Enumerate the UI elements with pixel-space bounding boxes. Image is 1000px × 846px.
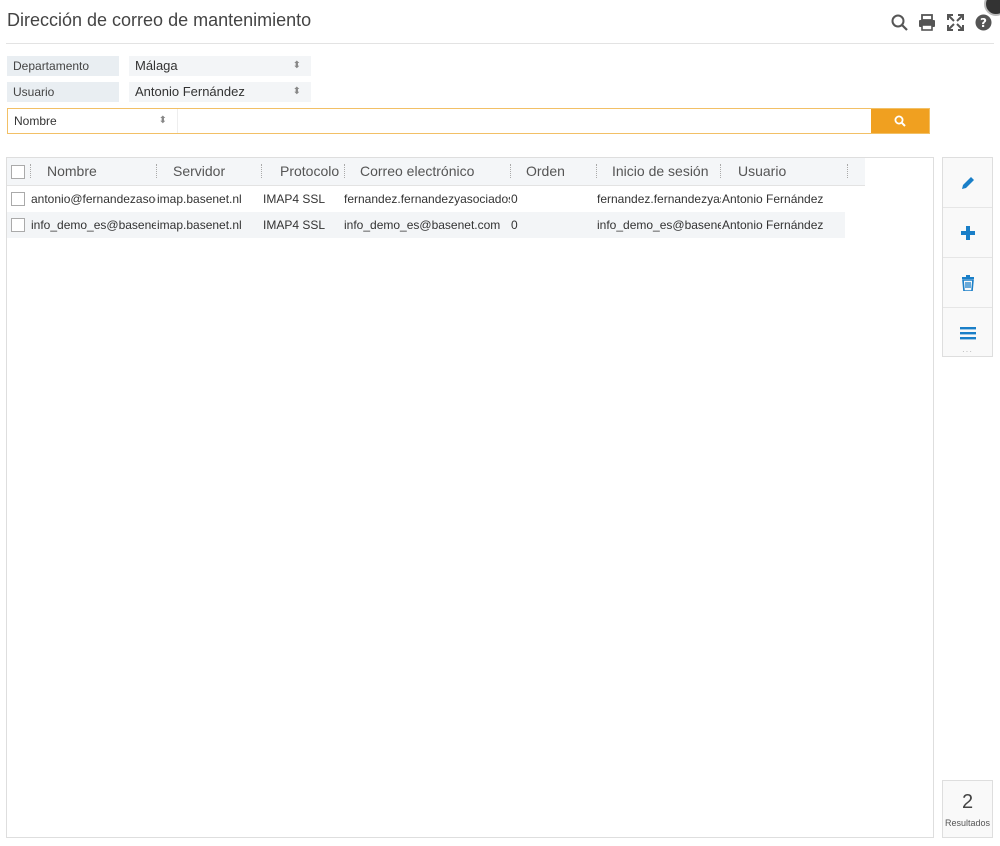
col-header-nombre[interactable]: Nombre (47, 158, 97, 185)
search-button[interactable] (871, 109, 929, 133)
table-row[interactable]: info_demo_es@basene imap.basenet.nl IMAP… (7, 212, 845, 238)
search-field-select[interactable]: Nombre ⬍ (8, 109, 178, 133)
col-header-orden[interactable]: Orden (526, 158, 565, 185)
cell-nombre: info_demo_es@basene (31, 218, 156, 232)
grid-header: Nombre Servidor Protocolo Correo electró… (7, 158, 865, 186)
cell-correo: info_demo_es@basenet.com (344, 218, 501, 232)
delete-button[interactable] (943, 258, 992, 308)
help-icon[interactable]: ? (974, 13, 992, 31)
results-count: 2 (961, 791, 974, 813)
user-select[interactable]: Antonio Fernández ⬍ (129, 82, 311, 102)
table-row[interactable]: antonio@fernandezasoc imap.basenet.nl IM… (7, 186, 845, 212)
add-icon (960, 225, 975, 240)
search-bar: Nombre ⬍ (7, 108, 930, 134)
cell-servidor: imap.basenet.nl (157, 218, 242, 232)
user-value: Antonio Fernández (135, 84, 245, 99)
results-label: Resultados (944, 818, 991, 828)
delete-icon (961, 274, 974, 291)
menu-icon (959, 327, 976, 340)
edit-button[interactable] (943, 158, 992, 208)
sort-arrows-icon: ⬍ (158, 115, 167, 126)
user-filter: Usuario Antonio Fernández ⬍ (7, 82, 311, 102)
search-icon[interactable] (890, 13, 908, 31)
results-counter: 2 Resultados (942, 780, 993, 838)
edit-icon (961, 176, 974, 189)
user-label: Usuario (7, 82, 119, 102)
sort-arrows-icon: ⬍ (292, 60, 301, 71)
mail-grid: Nombre Servidor Protocolo Correo electró… (6, 157, 934, 838)
more-dots: ··· (962, 347, 973, 356)
col-header-servidor[interactable]: Servidor (173, 158, 225, 185)
col-header-correo[interactable]: Correo electrónico (360, 158, 474, 185)
action-sidebar: ··· (942, 157, 993, 357)
more-menu-button[interactable]: ··· (943, 308, 992, 358)
row-checkbox[interactable] (11, 218, 25, 232)
cell-orden: 0 (511, 218, 518, 232)
expand-icon[interactable] (946, 13, 964, 31)
cell-usuario: Antonio Fernández (722, 192, 824, 206)
cell-protocolo: IMAP4 SSL (263, 218, 326, 232)
cell-servidor: imap.basenet.nl (157, 192, 242, 206)
svg-text:?: ? (980, 16, 987, 30)
sort-arrows-icon: ⬍ (292, 86, 301, 97)
row-checkbox[interactable] (11, 192, 25, 206)
search-field-value: Nombre (14, 114, 57, 128)
top-toolbar: ? (890, 13, 992, 31)
page-title: Dirección de correo de mantenimiento (7, 10, 312, 30)
department-filter: Departamento Málaga ⬍ (7, 56, 311, 76)
department-select[interactable]: Málaga ⬍ (129, 56, 311, 76)
search-input[interactable] (178, 109, 871, 133)
cell-usuario: Antonio Fernández (722, 218, 824, 232)
department-value: Málaga (135, 58, 178, 73)
department-label: Departamento (7, 56, 119, 76)
col-header-protocolo[interactable]: Protocolo (280, 158, 339, 185)
cell-nombre: antonio@fernandezasoc (31, 192, 156, 206)
cell-orden: 0 (511, 192, 518, 206)
col-header-usuario[interactable]: Usuario (738, 158, 786, 185)
add-button[interactable] (943, 208, 992, 258)
select-all-checkbox[interactable] (11, 165, 25, 179)
print-icon[interactable] (918, 13, 936, 31)
cell-correo: fernandez.fernandezyasociados (344, 192, 510, 206)
cell-inicio-sesion: info_demo_es@basene (597, 218, 721, 232)
search-icon (894, 115, 906, 127)
col-header-inicio-sesion[interactable]: Inicio de sesión (612, 158, 709, 185)
cell-protocolo: IMAP4 SSL (263, 192, 326, 206)
cell-inicio-sesion: fernandez.fernandezyas (597, 192, 721, 206)
title-divider (6, 43, 994, 44)
